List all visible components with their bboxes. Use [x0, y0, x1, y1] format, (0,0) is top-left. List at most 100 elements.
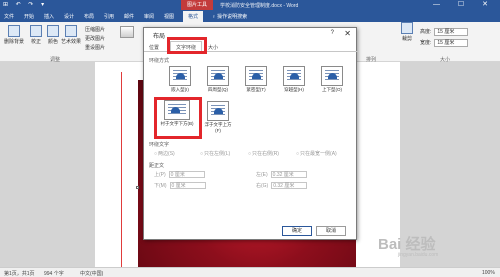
wrap-style-section-label: 环绕方式	[149, 58, 170, 64]
remove-background-icon	[8, 25, 20, 37]
tell-me-search[interactable]: ♀ 操作说明搜索	[212, 13, 247, 20]
wrap-top-bottom-icon	[321, 66, 343, 86]
reset-picture-label: 重设图片	[85, 45, 106, 51]
distance-right-label: 右(G)	[256, 183, 269, 189]
remove-background-label: 删除背景	[3, 39, 24, 45]
color-label: 颜色	[47, 39, 58, 45]
remove-background-button[interactable]: 删除背景	[3, 25, 25, 45]
radio-both-sides[interactable]: 两边(S)	[154, 150, 175, 157]
wrap-square-option[interactable]: 四周型(Q)	[202, 65, 234, 93]
distance-bottom-field[interactable]: 下(M) 0 厘米	[154, 182, 206, 189]
page-count[interactable]: 第1页，共1页	[4, 270, 35, 277]
wrap-option-label: 紧密型(T)	[246, 87, 266, 92]
crop-button[interactable]: 裁剪	[396, 22, 418, 42]
tab-review[interactable]: 审阅	[144, 13, 154, 20]
quick-access-toolbar[interactable]: ⊞ ↶ ↷ ▾	[3, 1, 47, 8]
wrap-inline-option[interactable]: 嵌入型(I)	[164, 65, 196, 93]
wrap-in-front-icon	[207, 101, 229, 121]
document-title: 学校消防安全管理制度.docx - Word	[220, 3, 299, 9]
tab-file[interactable]: 文件	[4, 13, 14, 20]
picture-style-thumbnail[interactable]	[120, 26, 134, 38]
close-icon[interactable]: ✕	[344, 29, 351, 38]
wrap-text-section-label: 环绕文字	[149, 142, 170, 148]
wrap-square-icon	[207, 66, 229, 86]
distance-right-input[interactable]: 0.32 厘米	[271, 182, 308, 189]
dialog-title: 布局	[153, 34, 166, 40]
language[interactable]: 中文(中国)	[80, 270, 103, 277]
word-count[interactable]: 994 个字	[44, 270, 64, 277]
distance-top-field[interactable]: 上(P) 0 厘米	[154, 171, 205, 178]
change-picture-button[interactable]: 更改图片	[85, 35, 105, 42]
radio-largest-only[interactable]: 只在最宽一侧(A)	[296, 150, 337, 157]
tab-format[interactable]: 格式	[183, 11, 204, 22]
tab-design[interactable]: 设计	[64, 13, 74, 20]
width-input[interactable]: 15 厘米	[434, 39, 469, 47]
height-input[interactable]: 15 厘米	[434, 28, 469, 36]
distance-left-field[interactable]: 左(E) 0.32 厘米	[256, 171, 307, 178]
zoom-level[interactable]: 100%	[482, 270, 495, 276]
wrap-in-front-option[interactable]: 浮于文字上方(F)	[202, 100, 234, 133]
distance-top-input[interactable]: 0 厘米	[168, 171, 205, 178]
wrap-option-label: 穿越型(H)	[284, 87, 304, 92]
watermark-url: jingyan.baidu.com	[398, 252, 439, 258]
distance-section-label: 距正文	[149, 163, 165, 169]
tab-home[interactable]: 开始	[24, 13, 34, 20]
window-controls[interactable]: — ☐ ✕	[433, 0, 496, 8]
status-bar: 第1页，共1页 994 个字 中文(中国) 100%	[0, 267, 500, 277]
wrap-option-label: 上下型(O)	[322, 87, 342, 92]
distance-left-label: 左(E)	[256, 172, 268, 178]
artistic-effects-button[interactable]: 艺术效果	[60, 25, 82, 45]
reset-picture-button[interactable]: 重设图片	[85, 44, 105, 51]
wrap-inline-icon	[169, 66, 191, 86]
compress-pictures-button[interactable]: 压缩图片	[85, 26, 105, 33]
artistic-effects-icon	[65, 25, 77, 37]
distance-bottom-label: 下(M)	[154, 183, 167, 189]
tab-layout[interactable]: 布局	[84, 13, 94, 20]
picture-tools-context-label: 图片工具	[181, 0, 214, 10]
correct-label: 校正	[30, 39, 41, 45]
color-button[interactable]: 颜色	[46, 25, 60, 45]
color-icon	[47, 25, 59, 37]
radio-right-only[interactable]: 只在右侧(R)	[248, 150, 279, 157]
tab-references[interactable]: 引用	[104, 13, 114, 20]
crop-label: 裁剪	[401, 36, 412, 42]
wrap-option-label: 四周型(Q)	[208, 87, 228, 92]
wrap-through-icon	[283, 66, 305, 86]
highlight-box	[167, 37, 207, 54]
resize-handle[interactable]	[136, 186, 139, 189]
distance-left-input[interactable]: 0.32 厘米	[270, 171, 307, 178]
distance-top-label: 上(P)	[154, 172, 166, 178]
compress-pictures-label: 压缩图片	[85, 27, 106, 33]
cancel-button[interactable]: 取消	[316, 226, 346, 236]
title-bar: ⊞ ↶ ↷ ▾ 图片工具 学校消防安全管理制度.docx - Word — ☐ …	[0, 0, 500, 10]
width-label: 宽度:	[420, 40, 432, 46]
tab-view[interactable]: 视图	[164, 13, 174, 20]
tab-insert[interactable]: 插入	[44, 13, 54, 20]
radio-left-only[interactable]: 只在左侧(L)	[200, 150, 230, 157]
highlight-box	[154, 97, 202, 139]
wrap-option-label: 嵌入型(I)	[171, 87, 189, 92]
tab-size[interactable]: 大小	[208, 44, 218, 51]
layout-dialog: 布局 ? ✕ 位置 文字环绕 大小 环绕方式 嵌入型(I) 四周型(Q) 紧密型…	[143, 27, 358, 240]
crop-icon	[401, 22, 413, 34]
artistic-effects-label: 艺术效果	[60, 39, 81, 45]
tab-mailings[interactable]: 邮件	[124, 13, 134, 20]
tab-position[interactable]: 位置	[149, 44, 159, 51]
wrap-tight-icon	[245, 66, 267, 86]
sun-icon	[30, 25, 42, 37]
distance-right-field[interactable]: 右(G) 0.32 厘米	[256, 182, 308, 189]
correct-button[interactable]: 校正	[28, 25, 44, 45]
watermark-logo: Bai 经验	[378, 236, 436, 253]
distance-bottom-input[interactable]: 0 厘米	[169, 182, 206, 189]
ribbon-tabs: 文件 开始 插入 设计 布局 引用 邮件 审阅 视图 格式 ♀ 操作说明搜索	[0, 10, 500, 22]
help-icon[interactable]: ?	[331, 30, 334, 36]
ok-button[interactable]: 确定	[282, 226, 312, 236]
wrap-top-bottom-option[interactable]: 上下型(O)	[316, 65, 348, 93]
wrap-option-label: 浮于文字上方(F)	[204, 122, 232, 133]
wrap-tight-option[interactable]: 紧密型(T)	[240, 65, 272, 93]
change-picture-label: 更改图片	[85, 36, 106, 42]
wrap-through-option[interactable]: 穿越型(H)	[278, 65, 310, 93]
height-field[interactable]: 高度: 15 厘米	[420, 28, 469, 36]
width-field[interactable]: 宽度: 15 厘米	[420, 39, 469, 47]
margin-guide	[121, 72, 122, 267]
